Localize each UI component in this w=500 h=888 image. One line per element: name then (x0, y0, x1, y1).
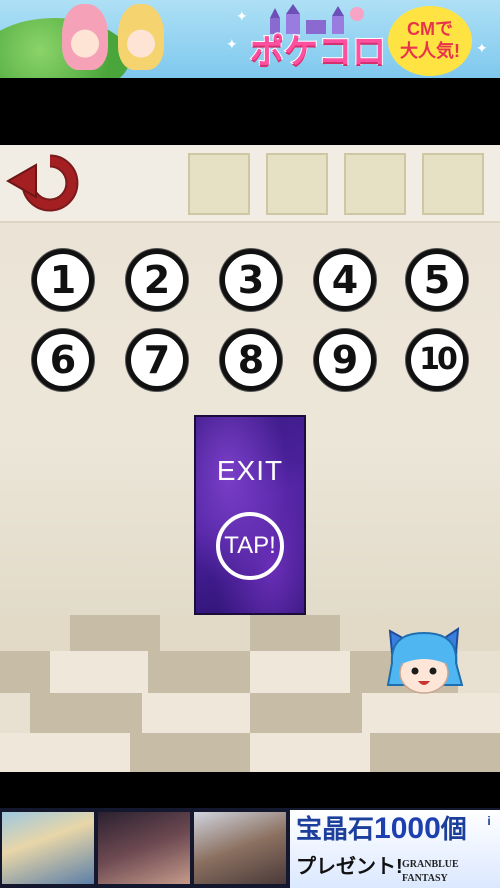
chibi-character[interactable] (378, 623, 468, 703)
star-icon: ✦ (236, 8, 248, 24)
number-button-9[interactable]: 9 (314, 329, 376, 391)
number-button-2[interactable]: 2 (126, 249, 188, 311)
number-button-8[interactable]: 8 (220, 329, 282, 391)
back-button[interactable] (5, 151, 88, 212)
ad-promo-prefix: 宝晶石 (296, 814, 375, 844)
number-button-3[interactable]: 3 (220, 249, 282, 311)
item-slot-1[interactable] (188, 153, 250, 215)
item-slot-2[interactable] (266, 153, 328, 215)
game-toolbar (0, 145, 500, 223)
exit-label: EXIT (216, 455, 284, 486)
rotate-back-icon (5, 154, 79, 212)
exit-door[interactable]: EXIT TAP! (194, 415, 306, 615)
star-icon: ✦ (476, 40, 488, 56)
ad-character-pink (62, 4, 108, 70)
ad-character-blonde (118, 4, 164, 70)
top-black-bar (0, 78, 500, 145)
bottom-black-bar (0, 772, 500, 808)
star-icon: ✦ (226, 36, 238, 52)
tap-button[interactable]: TAP! (216, 512, 284, 580)
number-button-1[interactable]: 1 (32, 249, 94, 311)
ad-cm-badge: CMで 大人気! (388, 6, 472, 76)
ad-portrait-2 (98, 812, 190, 884)
ad-promo-headline: 宝晶石1000個 (296, 812, 496, 845)
ad-promo-subline: プレゼント! (296, 856, 403, 878)
ad-promo-suffix: 個 (440, 814, 467, 844)
ad-brand-logo: ポケコロ (249, 31, 387, 73)
ad-game-logo: GRANBLUE FANTASY (402, 859, 459, 884)
ad-portrait-1 (2, 812, 94, 884)
number-button-5[interactable]: 5 (406, 249, 468, 311)
item-slot-3[interactable] (344, 153, 406, 215)
ad-badge-line2: 大人気! (400, 41, 460, 61)
chibi-character-icon (386, 627, 464, 694)
ad-promo-panel: 宝晶石1000個 プレゼント! GRANBLUE FANTASY i (290, 810, 500, 888)
ad-promo-count: 1000 (374, 812, 441, 845)
ad-info-icon[interactable]: i (482, 814, 496, 828)
ad-badge-line1: CMで (407, 19, 453, 39)
ad-portrait-3 (194, 812, 286, 884)
number-button-7[interactable]: 7 (126, 329, 188, 391)
game-screen: 1 2 3 4 5 6 7 8 9 10 EXIT TAP! (0, 145, 500, 772)
bottom-ad-banner[interactable]: 宝晶石1000個 プレゼント! GRANBLUE FANTASY i (0, 808, 500, 888)
item-slot-4[interactable] (422, 153, 484, 215)
number-button-10[interactable]: 10 (406, 329, 468, 391)
number-button-6[interactable]: 6 (32, 329, 94, 391)
top-ad-banner[interactable]: ✦ ✦ ✦ ポケコロ CMで 大人気! (0, 0, 500, 78)
number-button-4[interactable]: 4 (314, 249, 376, 311)
